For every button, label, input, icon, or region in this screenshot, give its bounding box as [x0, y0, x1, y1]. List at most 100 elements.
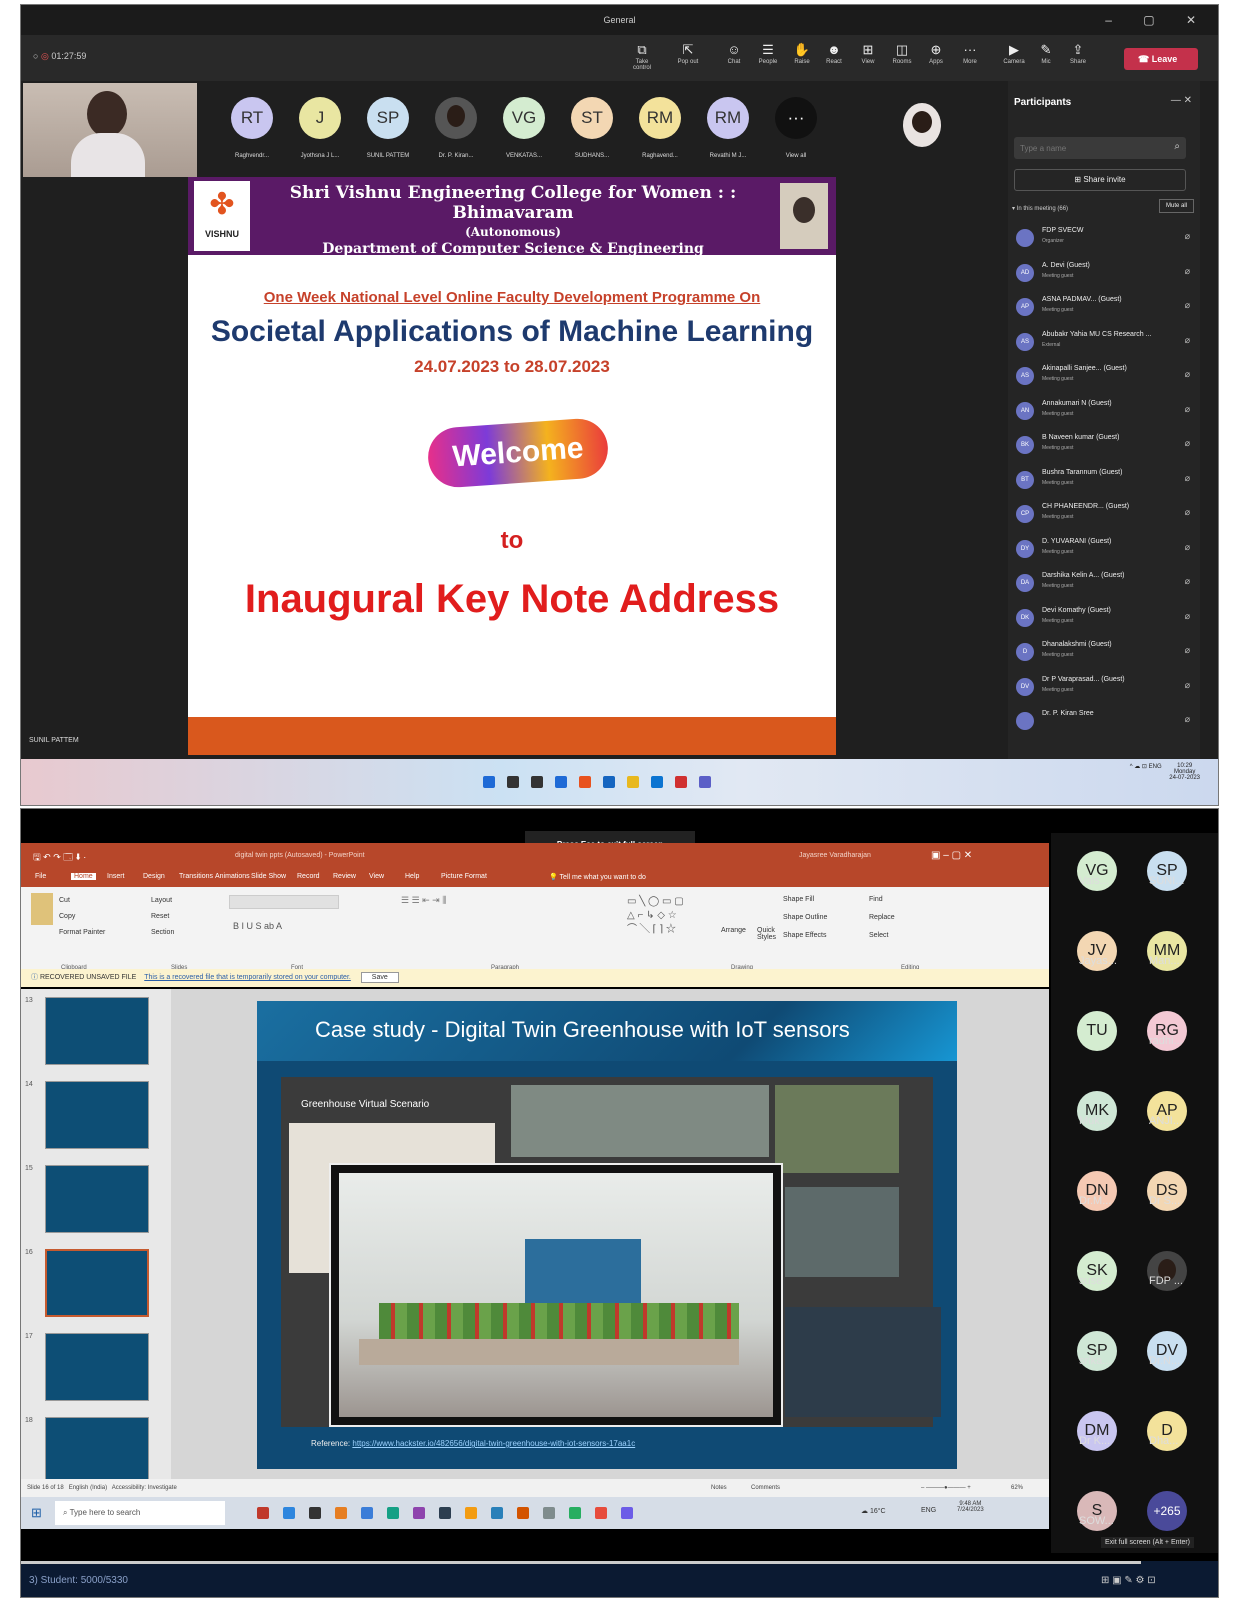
- banner-link[interactable]: This is a recovered file that is tempora…: [144, 974, 351, 981]
- taskbar-app-icon[interactable]: [569, 1507, 581, 1519]
- tab-review[interactable]: Review: [333, 873, 356, 880]
- start-icon[interactable]: ⊞: [31, 1505, 42, 1521]
- participant-row[interactable]: AN Annakumari N (Guest) Meeting guest ⌀: [1016, 398, 1196, 428]
- reset-button[interactable]: Reset: [151, 909, 174, 925]
- toolbar-popout-button[interactable]: ⇱ Pop out: [675, 41, 701, 65]
- zoom-level[interactable]: 62%: [1011, 1479, 1023, 1497]
- taskbar-app-icon[interactable]: [257, 1507, 269, 1519]
- leave-button[interactable]: ☎ Leave: [1124, 48, 1198, 70]
- toolbar-mic-button[interactable]: ✎ Mic: [1033, 41, 1059, 65]
- share-invite-button[interactable]: ⊞ Share invite: [1014, 169, 1186, 191]
- tab-view[interactable]: View: [369, 873, 384, 880]
- participant-row[interactable]: BK B Naveen kumar (Guest) Meeting guest ⌀: [1016, 432, 1196, 462]
- participant-avatar[interactable]: [435, 97, 477, 139]
- participant-tile[interactable]: +265: [1147, 1491, 1187, 1531]
- taskbar-app-icon[interactable]: [483, 776, 495, 788]
- window-controls[interactable]: – ▢ ✕: [1105, 5, 1210, 35]
- taskbar-app-icon[interactable]: [621, 1507, 633, 1519]
- shapes-gallery[interactable]: ▭ ╲ ◯ ▭ ▢ △ ⌐ ↳ ◇ ☆ ⌒ ╲ ⌈ ⌉ ☆: [627, 895, 684, 937]
- slide-thumbnail[interactable]: [45, 997, 149, 1065]
- toolbar-share-tray-button[interactable]: ⇪ Share: [1065, 41, 1091, 65]
- shape-outline-button[interactable]: Shape Outline: [783, 909, 827, 927]
- tab-record[interactable]: Record: [297, 873, 320, 880]
- taskbar-app-icon[interactable]: [465, 1507, 477, 1519]
- taskbar-app-icon[interactable]: [603, 776, 615, 788]
- taskbar-app-icon[interactable]: [555, 776, 567, 788]
- close-icon[interactable]: — ✕: [1171, 95, 1192, 106]
- toolbar-hand-button[interactable]: ✋ Raise: [789, 41, 815, 65]
- tab-help[interactable]: Help: [405, 873, 419, 880]
- font-format-icons[interactable]: B I U S ab A: [233, 921, 282, 931]
- taskbar-app-icon[interactable]: [507, 776, 519, 788]
- tray-icons[interactable]: ^ ☁ ⊡: [1130, 764, 1149, 770]
- toolbar-more-button[interactable]: ··· More: [957, 41, 983, 65]
- control-icons[interactable]: ⊞ ▣ ✎ ⚙ ⊡: [1101, 1575, 1156, 1586]
- taskbar-app-icon[interactable]: [651, 776, 663, 788]
- taskbar-app-icon[interactable]: [699, 776, 711, 788]
- window-controls[interactable]: ▣ – ▢ ✕: [931, 850, 972, 861]
- selected-picture[interactable]: [329, 1163, 783, 1427]
- accessibility-status[interactable]: Accessibility: Investigate: [112, 1485, 177, 1491]
- shape-fill-button[interactable]: Shape Fill: [783, 891, 827, 909]
- slide-thumbnail[interactable]: [45, 1165, 149, 1233]
- tab-file[interactable]: File: [35, 873, 46, 880]
- meeting-section[interactable]: ▾ In this meeting (66): [1012, 205, 1068, 212]
- clock[interactable]: 9:48 AM 7/24/2023: [957, 1501, 984, 1513]
- taskbar-app-icon[interactable]: [543, 1507, 555, 1519]
- find-button[interactable]: Find: [869, 891, 895, 909]
- participant-row[interactable]: AP ASNA PADMAV... (Guest) Meeting guest ⌀: [1016, 294, 1196, 324]
- participant-avatar[interactable]: VG: [503, 97, 545, 139]
- reference-link[interactable]: https://www.hackster.io/482656/digital-t…: [352, 1439, 635, 1448]
- tab-slide-show[interactable]: Slide Show: [251, 873, 286, 880]
- tab-animations[interactable]: Animations: [215, 873, 250, 880]
- taskbar-app-icon[interactable]: [361, 1507, 373, 1519]
- slide-thumbnail[interactable]: [45, 1417, 149, 1485]
- taskbar-app-icon[interactable]: [595, 1507, 607, 1519]
- replace-button[interactable]: Replace: [869, 909, 895, 927]
- participant-search[interactable]: ⌕: [1014, 137, 1186, 159]
- toolbar-share-button[interactable]: ⧉ Take control: [629, 41, 655, 71]
- taskbar-app-icon[interactable]: [387, 1507, 399, 1519]
- participant-avatar[interactable]: SP: [367, 97, 409, 139]
- taskbar-app-icon[interactable]: [491, 1507, 503, 1519]
- zoom-slider[interactable]: – ———●——— +: [921, 1479, 971, 1497]
- arrange-button[interactable]: Arrange: [721, 927, 746, 934]
- quick-access-toolbar[interactable]: 🖫 ↶ ↷ 🗔 ⬇ ·: [33, 850, 86, 866]
- participant-avatar[interactable]: ST: [571, 97, 613, 139]
- section-button[interactable]: Section: [151, 925, 174, 941]
- notes-button[interactable]: Notes: [711, 1479, 727, 1497]
- participant-row[interactable]: BT Bushra Tarannum (Guest) Meeting guest ⌀: [1016, 467, 1196, 497]
- taskbar-app-icon[interactable]: [675, 776, 687, 788]
- language-indicator[interactable]: ENG: [921, 1507, 936, 1514]
- participant-row[interactable]: Dr. P. Kiran Sree ⌀: [1016, 708, 1196, 738]
- participant-row[interactable]: DY D. YUVARANI (Guest) Meeting guest ⌀: [1016, 536, 1196, 566]
- slide-thumbnail[interactable]: [45, 1333, 149, 1401]
- participant-tile[interactable]: TU: [1077, 1011, 1117, 1051]
- participant-avatar[interactable]: ···: [775, 97, 817, 139]
- participant-avatar[interactable]: RM: [639, 97, 681, 139]
- taskbar-app-icon[interactable]: [579, 776, 591, 788]
- tab-design[interactable]: Design: [143, 873, 165, 880]
- taskbar-app-icon[interactable]: [517, 1507, 529, 1519]
- participant-row[interactable]: AD A. Devi (Guest) Meeting guest ⌀: [1016, 260, 1196, 290]
- clock[interactable]: 10:29 Monday 24-07-2023: [1169, 763, 1200, 781]
- save-button[interactable]: Save: [360, 972, 399, 983]
- tab-home[interactable]: Home: [71, 873, 96, 880]
- taskbar-app-icon[interactable]: [309, 1507, 321, 1519]
- participant-row[interactable]: AS Abubakr Yahia MU CS Research ... Extern…: [1016, 329, 1196, 359]
- toolbar-chat-button[interactable]: ☺ Chat: [721, 41, 747, 65]
- taskbar-app-icon[interactable]: [627, 776, 639, 788]
- tab-picture-format[interactable]: Picture Format: [441, 873, 487, 880]
- taskbar-app-icon[interactable]: [531, 776, 543, 788]
- select-button[interactable]: Select: [869, 927, 895, 945]
- participant-row[interactable]: DK Devi Komathy (Guest) Meeting guest ⌀: [1016, 605, 1196, 635]
- participant-row[interactable]: DV Dr P Varaprasad... (Guest) Meeting gues…: [1016, 674, 1196, 704]
- participant-avatar[interactable]: J: [299, 97, 341, 139]
- cut-button[interactable]: Cut: [59, 893, 105, 909]
- participant-row[interactable]: AS Akinapalli Sanjee... (Guest) Meeting gu…: [1016, 363, 1196, 393]
- slide-thumbnail[interactable]: [45, 1249, 149, 1317]
- tell-me[interactable]: 💡 Tell me what you want to do: [549, 873, 646, 881]
- toolbar-view-button[interactable]: ⊞ View: [855, 41, 881, 65]
- taskbar-app-icon[interactable]: [413, 1507, 425, 1519]
- paragraph-icons[interactable]: ☰ ☰ ⇤ ⇥ ⫼: [401, 895, 446, 906]
